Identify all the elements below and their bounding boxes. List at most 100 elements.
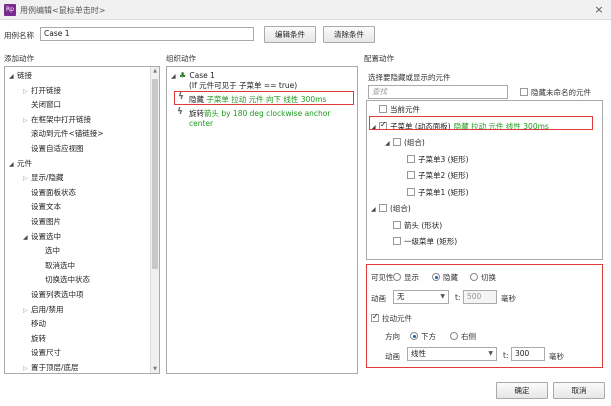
widget-item-label: 箭头 (形状) [404,220,443,230]
animation2-select[interactable]: 线性 ▼ [407,347,497,361]
hide-unnamed-label: 隐藏未命名的元件 [531,88,591,97]
add-action-item[interactable]: 设置自适应视图 [23,144,84,155]
action-rotate-verb: 旋转 [189,109,204,118]
widget-checkbox[interactable] [379,204,387,212]
duration2-input[interactable]: 300 [511,347,545,361]
pull-widget-label: 拉动元件 [382,314,412,323]
scroll-up-icon[interactable]: ▲ [151,67,159,75]
widget-item[interactable]: 子菜单3 (矩形) [399,154,469,166]
duration-input[interactable]: 500 [463,290,497,304]
add-action-panel[interactable]: ◢ 链接 ▷ 打开链接 关闭窗口 ▷ 在框架中打开链接 滚动到元件<锚链接> 设置自适应视图 ◢ 元… [4,66,160,374]
hide-unnamed-toggle[interactable]: 隐藏未命名的元件 [520,87,591,98]
collapse-arrow-icon[interactable]: ▷ [23,87,31,97]
expand-arrow-icon[interactable]: ◢ [9,72,17,82]
dir-right-radio[interactable] [450,332,458,340]
cancel-button[interactable]: 取消 [553,382,605,399]
collapse-arrow-icon[interactable]: ▷ [23,364,31,373]
add-action-item-label: 元件 [17,158,32,168]
widget-checkbox[interactable] [393,220,401,229]
add-action-item[interactable]: 设置图片 [23,217,61,228]
widget-item[interactable]: ◢ (组合) [385,138,425,149]
organize-action-panel[interactable]: ◢ ♣ Case 1 (If 元件可见于 子菜单 == true) ϟ 隐藏 子菜… [166,66,358,374]
add-action-item[interactable]: ▷ 显示/隐藏 [23,173,64,184]
ok-button[interactable]: 确定 [496,382,548,399]
vis-toggle-radio[interactable] [470,273,478,281]
widget-item[interactable]: 子菜单1 (矩形) [399,187,469,199]
widget-item[interactable]: 当前元件 [371,105,420,116]
widget-item-label: 当前元件 [390,105,420,114]
expand-arrow-icon[interactable]: ◢ [385,139,393,149]
add-action-item[interactable]: 选中 [37,246,60,257]
action-hide-verb: 隐藏 [189,95,204,104]
dir-down-option[interactable]: 下方 [410,331,436,342]
add-action-item[interactable]: 设置面板状态 [23,188,76,199]
add-action-item[interactable]: ▷ 打开链接 [23,86,61,97]
add-action-item-label: 旋转 [31,333,46,343]
widget-checkbox[interactable] [393,237,401,245]
vis-show-radio[interactable] [393,273,401,281]
add-action-item[interactable]: 旋转 [23,334,46,345]
add-action-scrollbar[interactable]: ▲ ▼ [150,67,159,373]
add-action-item[interactable]: ▷ 启用/禁用 [23,305,64,316]
clear-condition-button[interactable]: 清除条件 [323,26,375,43]
hide-unnamed-checkbox[interactable] [520,88,528,96]
pull-widget-checkbox[interactable] [371,312,379,322]
case-name-input[interactable]: Case 1 [40,27,254,41]
collapse-arrow-icon[interactable]: ▷ [23,116,31,126]
add-action-item[interactable]: ▷ 在框架中打开链接 [23,115,91,126]
lightning-icon: ϟ [177,107,183,117]
add-action-item[interactable]: 移动 [23,319,46,330]
expand-arrow-icon[interactable]: ◢ [23,233,31,243]
close-icon[interactable]: × [592,3,606,17]
add-action-item[interactable]: 设置列表选中项 [23,290,84,301]
add-action-item[interactable]: 设置尺寸 [23,348,61,359]
add-action-item-label: 移动 [31,319,46,329]
collapse-arrow-icon[interactable]: ▷ [23,306,31,316]
ms2-label: 毫秒 [549,352,564,361]
add-action-item[interactable]: 关闭窗口 [23,100,61,111]
widget-checkbox[interactable] [407,171,415,179]
scroll-down-icon[interactable]: ▼ [151,365,159,373]
add-action-item[interactable]: ◢ 链接 [9,71,32,82]
widget-checkbox[interactable] [379,105,387,113]
configure-action-heading: 配置动作 [364,54,394,63]
pull-widget-option[interactable]: 拉动元件 [371,312,412,324]
animation2-label: 动画 [385,352,400,361]
widget-item[interactable]: 一级菜单 (矩形) [385,237,457,248]
widget-checkbox[interactable] [393,138,401,146]
widget-search-input[interactable]: 查找 [368,85,508,99]
dir-down-radio[interactable] [410,332,418,340]
expand-arrow-icon[interactable]: ◢ [9,160,17,170]
widget-item[interactable]: ◢ (组合) [371,204,411,215]
chevron-down-icon: ▼ [488,350,493,357]
add-action-item[interactable]: 滚动到元件<锚链接> [23,129,104,140]
add-action-item[interactable]: ▷ 置于顶层/底层 [23,363,79,373]
animation-select[interactable]: 无 ▼ [393,290,449,304]
add-action-item-label: 滚动到元件<锚链接> [31,129,104,139]
widget-checkbox[interactable] [407,154,415,163]
collapse-arrow-icon[interactable]: ▷ [23,174,31,184]
direction-label: 方向 [385,332,400,341]
action-hide-row[interactable]: ϟ 隐藏 子菜单 拉动 元件 向下 线性 300ms [174,91,354,105]
vis-hide-option[interactable]: 隐藏 [432,272,458,283]
add-action-item[interactable]: 切换选中状态 [37,275,90,286]
lightning-icon: ϟ [178,92,184,102]
add-action-item[interactable]: ◢ 设置选中 [23,232,61,243]
widget-item[interactable]: 箭头 (形状) [385,220,443,232]
add-action-item[interactable]: 设置文本 [23,202,61,213]
add-action-item[interactable]: ◢ 元件 [9,159,32,170]
vis-show-option[interactable]: 显示 [393,272,419,283]
add-action-item-label: 设置尺寸 [31,348,61,358]
scroll-thumb[interactable] [152,79,158,269]
vis-toggle-option[interactable]: 切换 [470,272,496,283]
add-action-item[interactable]: 取消选中 [37,261,75,272]
widget-item[interactable]: 子菜单2 (矩形) [399,171,469,182]
edit-condition-button[interactable]: 编辑条件 [264,26,316,43]
vis-hide-radio[interactable] [432,273,440,281]
expand-arrow-icon[interactable]: ◢ [371,205,379,215]
add-action-item-label: 关闭窗口 [31,100,61,110]
dir-down-label: 下方 [421,332,436,341]
dir-right-option[interactable]: 右侧 [450,331,476,342]
widget-checkbox[interactable] [407,187,415,196]
case-node-label: Case 1 [189,71,215,80]
